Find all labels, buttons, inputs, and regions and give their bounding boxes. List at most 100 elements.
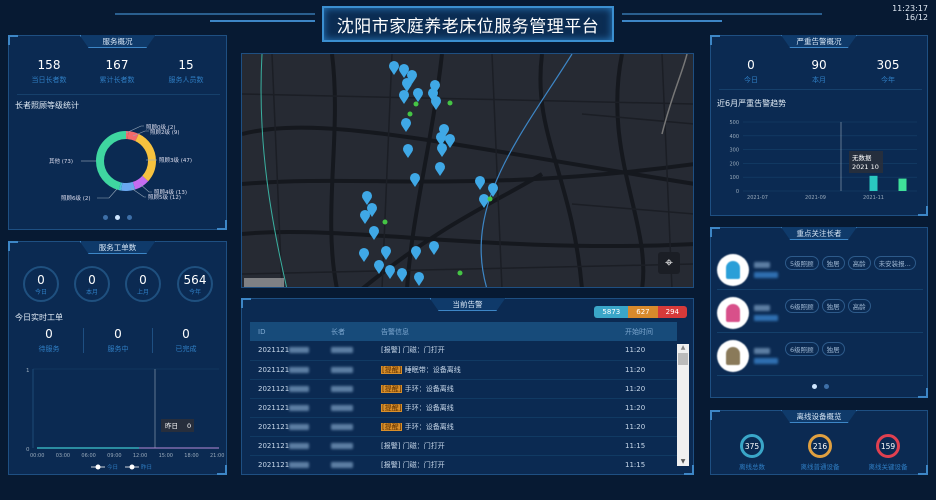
slice-label: 其他 (73) [49, 157, 73, 165]
id-prefix: 2021121 [258, 423, 289, 431]
col-start-time: 开始时间 [617, 322, 677, 341]
alert-tag: [提醒] [381, 366, 402, 374]
cell-message: [提醒] 睡眠带：设备离线 [373, 360, 617, 379]
cell-message: [报警] 门磁：门打开 [373, 455, 617, 472]
elder-card[interactable]: 5级照顾独居高龄未安装报... [717, 250, 923, 290]
alert-tag: [报警] [381, 346, 400, 354]
locate-button[interactable]: ⌖ [658, 252, 680, 274]
table-row[interactable]: 2021121 [报警] 门磁：门打开 11:15 [250, 455, 677, 472]
x-tick: 21:00 [210, 453, 224, 459]
bar-2021-11[interactable] [870, 176, 878, 191]
map-pin-icon[interactable] [431, 96, 441, 110]
map-pin-icon[interactable] [413, 88, 423, 102]
slice-label: 照顾5级 (12) [148, 193, 181, 201]
map-pin-icon[interactable] [381, 246, 391, 260]
slice-label: 照顾2级 (9) [150, 128, 180, 136]
legend-today-marker[interactable] [96, 465, 101, 470]
map-pin-icon[interactable] [401, 118, 411, 132]
map-point-icon[interactable] [414, 102, 419, 107]
tooltip-line2: 2021 10 [852, 163, 879, 171]
redacted-id [289, 443, 309, 449]
map-pin-icon[interactable] [429, 241, 439, 255]
map-pin-icon[interactable] [411, 246, 421, 260]
table-scrollbar[interactable]: ▲ ▼ [677, 344, 689, 466]
cell-time: 11:15 [617, 436, 677, 455]
map-pin-icon[interactable] [403, 144, 413, 158]
y-tick: 100 [729, 175, 739, 181]
map-pin-icon[interactable] [488, 183, 498, 197]
map-pin-icon[interactable] [435, 162, 445, 176]
map-pin-icon[interactable] [397, 268, 407, 282]
legend-yesterday[interactable]: 昨日 [141, 463, 152, 471]
legend-today[interactable]: 今日 [107, 463, 118, 471]
cell-elder [323, 360, 373, 379]
carousel-dot[interactable] [127, 215, 132, 220]
avatar [717, 297, 749, 329]
map-pin-icon[interactable] [360, 210, 370, 224]
legend-yesterday-marker[interactable] [130, 465, 135, 470]
carousel-dot-active[interactable] [812, 384, 817, 389]
map-pin-icon[interactable] [437, 143, 447, 157]
map-pin-icon[interactable] [414, 272, 424, 286]
carousel-dot[interactable] [824, 384, 829, 389]
cell-elder [323, 341, 373, 360]
page-title: 沈阳市家庭养老床位服务管理平台 [322, 6, 614, 42]
alert-tag: [提醒] [381, 385, 402, 393]
elder-tags: 5级照顾独居高龄未安装报... [785, 256, 923, 273]
table-row[interactable]: 2021121 [提醒] 手环：设备离线 11:20 [250, 398, 677, 417]
map-logo [244, 278, 284, 287]
work-order-line-chart: 1 0 00:0003:0006:0009:0012:0015:0018:002… [9, 242, 228, 476]
avatar [717, 340, 749, 372]
map-pin-icon[interactable] [402, 78, 412, 92]
map-pin-icon[interactable] [359, 248, 369, 262]
cell-elder [323, 398, 373, 417]
map-point-icon[interactable] [448, 101, 453, 106]
map-pin-icon[interactable] [410, 173, 420, 187]
map-point-icon[interactable] [383, 220, 388, 225]
map-view[interactable]: ⌖ [241, 53, 694, 288]
map-pin-icon[interactable] [362, 191, 372, 205]
table-row[interactable]: 2021121 [提醒] 睡眠带：设备离线 11:20 [250, 360, 677, 379]
map-pin-icon[interactable] [369, 226, 379, 240]
header-deco-line [115, 13, 315, 15]
scroll-up-icon[interactable]: ▲ [677, 344, 689, 351]
y-tick: 500 [729, 120, 739, 126]
offline-normal-label: 离线普通设备 [785, 461, 855, 471]
redacted-info [754, 358, 778, 364]
x-tick: 2021-07 [747, 195, 768, 201]
redacted-name [331, 443, 353, 449]
offline-critical-ring: 159 [876, 434, 900, 458]
redacted-id [289, 367, 309, 373]
elder-card[interactable]: 6级照顾独居 [717, 336, 923, 376]
alert-message: 门磁：门打开 [403, 346, 445, 354]
x-tick: 18:00 [184, 453, 198, 459]
map-roads [242, 54, 694, 288]
map-pin-icon[interactable] [475, 176, 485, 190]
map-point-icon[interactable] [458, 271, 463, 276]
elder-card[interactable]: 6级照顾独居高龄 [717, 293, 923, 333]
map-point-icon[interactable] [488, 197, 493, 202]
alert-message: 门磁：门打开 [403, 442, 445, 450]
scrollbar-thumb[interactable] [678, 353, 688, 365]
table-row[interactable]: 2021121 [提醒] 手环：设备离线 11:20 [250, 417, 677, 436]
carousel-dot[interactable] [103, 215, 108, 220]
table-row[interactable]: 2021121 [提醒] 手环：设备离线 11:20 [250, 379, 677, 398]
cell-elder [323, 379, 373, 398]
bar-2021-12[interactable] [899, 179, 907, 191]
header-deco-line [622, 20, 722, 22]
header-deco-line [622, 13, 822, 15]
table-row[interactable]: 2021121 [报警] 门磁：门打开 11:20 [250, 341, 677, 360]
offline-total-label: 离线总数 [717, 461, 787, 471]
redacted-name [754, 305, 770, 311]
y-tick: 1 [26, 368, 30, 374]
map-pin-icon[interactable] [385, 265, 395, 279]
carousel-dot-active[interactable] [115, 215, 120, 220]
scroll-down-icon[interactable]: ▼ [677, 458, 689, 465]
map-pin-icon[interactable] [399, 90, 409, 104]
table-row[interactable]: 2021121 [报警] 门磁：门打开 11:15 [250, 436, 677, 455]
work-orders-panel: 服务工单数 0今日 0本月 0上月 564今年 今日实时工单 0待服务 0服务中… [8, 241, 227, 475]
map-point-icon[interactable] [408, 112, 413, 117]
cell-time: 11:15 [617, 455, 677, 472]
panel-title: 重点关注长者 [781, 227, 857, 240]
id-prefix: 2021121 [258, 461, 289, 469]
